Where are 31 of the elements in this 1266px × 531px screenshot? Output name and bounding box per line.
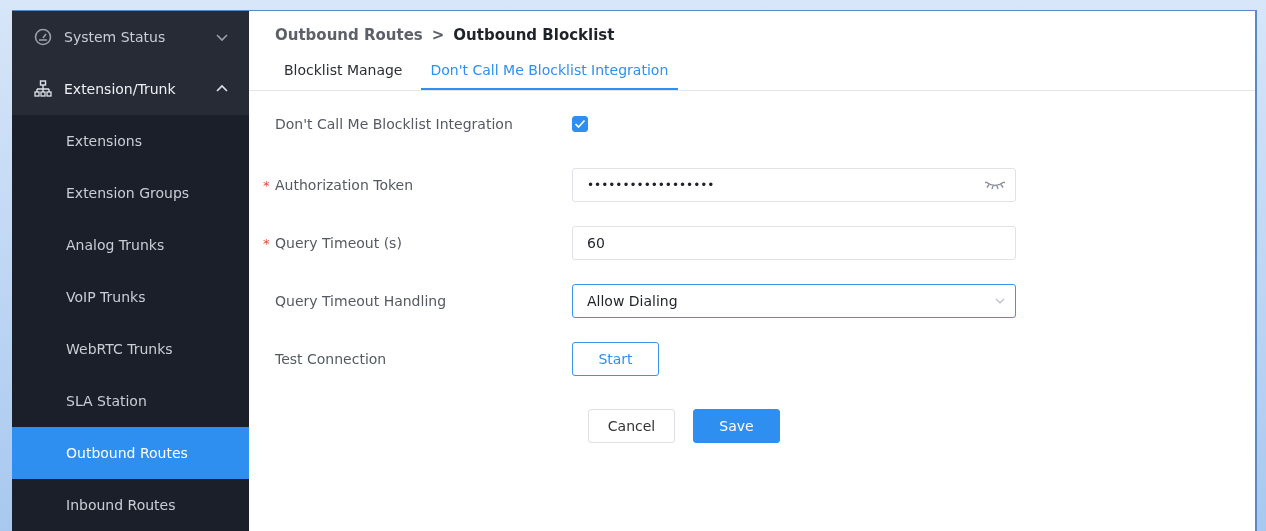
field-label: Test Connection: [275, 351, 387, 367]
sidebar-item[interactable]: Extension Groups: [12, 167, 249, 219]
gauge-icon: [34, 28, 52, 46]
required-asterisk: *: [263, 177, 271, 193]
sidebar-item[interactable]: WebRTC Trunks: [12, 323, 249, 375]
sidebar-item[interactable]: Extensions: [12, 115, 249, 167]
sidebar-item[interactable]: VoIP Trunks: [12, 271, 249, 323]
tab[interactable]: Blocklist Manage: [274, 62, 413, 90]
field-label: Query Timeout Handling: [275, 293, 447, 309]
field-label: Don't Call Me Blocklist Integration: [275, 116, 513, 132]
required-asterisk: *: [263, 235, 271, 251]
chevron-down-icon: [995, 298, 1005, 304]
breadcrumb-current: Outbound Blocklist: [453, 26, 615, 46]
sidebar-item[interactable]: SLA Station: [12, 375, 249, 427]
breadcrumb-link[interactable]: Outbound Routes: [275, 26, 423, 48]
checkbox[interactable]: [572, 116, 588, 132]
cancel-button[interactable]: Cancel: [588, 409, 675, 443]
sidebar-item[interactable]: Analog Trunks: [12, 219, 249, 271]
eye-closed-icon: [985, 180, 1005, 190]
breadcrumb-separator: >: [431, 26, 445, 46]
field-label: Query Timeout (s): [275, 235, 402, 251]
sidebar-group[interactable]: System Status: [12, 11, 249, 63]
dropdown[interactable]: Allow Dialing: [572, 284, 1016, 318]
field-label: Authorization Token: [275, 177, 414, 193]
sidebar-group-label: System Status: [64, 29, 167, 45]
sidebar-item[interactable]: Inbound Routes: [12, 479, 249, 531]
hierarchy-icon: [34, 80, 52, 98]
text-field[interactable]: 60: [572, 226, 1016, 260]
sidebar-group[interactable]: Extension/Trunk: [12, 63, 249, 115]
password-field[interactable]: ••••••••••••••••••: [572, 168, 1016, 202]
sidebar-group-label: Extension/Trunk: [64, 81, 177, 97]
